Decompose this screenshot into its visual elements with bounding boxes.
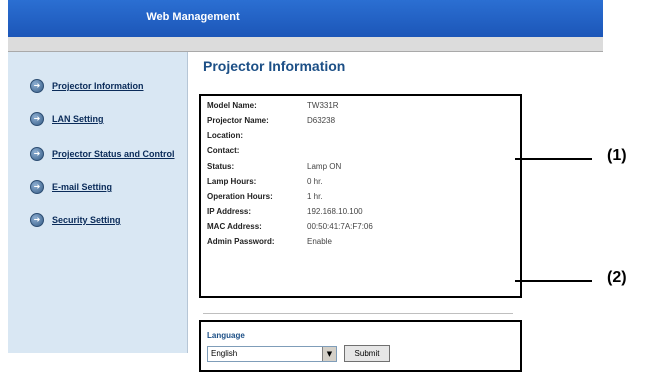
callout-line-1 — [515, 158, 592, 160]
header-bar: Web Management — [8, 0, 603, 37]
info-label: Admin Password: — [207, 237, 275, 246]
info-label: Operation Hours: — [207, 192, 273, 201]
info-value: 1 hr. — [307, 192, 323, 201]
divider — [203, 313, 513, 314]
chevron-down-icon[interactable]: ▼ — [322, 347, 336, 361]
info-value: TW331R — [307, 101, 339, 110]
info-label: Lamp Hours: — [207, 177, 257, 186]
info-value: Lamp ON — [307, 162, 342, 171]
language-select[interactable]: English ▼ — [207, 346, 337, 362]
sidebar-item-projector-status-and-control[interactable]: ➜ Projector Status and Control — [30, 147, 175, 161]
info-value: 192.168.10.100 — [307, 207, 363, 216]
callout-label-2: (2) — [607, 269, 627, 286]
toolbar-strip — [8, 37, 603, 52]
info-label: Model Name: — [207, 101, 257, 110]
info-label: Projector Name: — [207, 116, 269, 125]
arrow-circle-icon: ➜ — [30, 147, 44, 161]
sidebar-item-label[interactable]: Projector Status and Control — [52, 149, 175, 159]
arrow-circle-icon: ➜ — [30, 213, 44, 227]
main-content: Projector Information Model Name: TW331R… — [188, 52, 603, 372]
app-title: Web Management — [146, 11, 240, 23]
arrow-circle-icon: ➜ — [30, 180, 44, 194]
arrow-circle-icon: ➜ — [30, 79, 44, 93]
sidebar-item-security-setting[interactable]: ➜ Security Setting — [30, 213, 121, 227]
sidebar-item-lan-setting[interactable]: ➜ LAN Setting — [30, 112, 104, 126]
page-title: Projector Information — [203, 58, 346, 74]
arrow-circle-icon: ➜ — [30, 112, 44, 126]
info-label: Location: — [207, 131, 243, 140]
info-label: Status: — [207, 162, 235, 171]
info-value: D63238 — [307, 116, 336, 125]
info-label: Contact: — [207, 146, 240, 155]
sidebar-item-label[interactable]: Security Setting — [52, 215, 121, 225]
info-value: Enable — [307, 237, 332, 246]
sidebar: ➜ Projector Information ➜ LAN Setting ➜ … — [8, 52, 188, 353]
callout-line-2 — [515, 280, 592, 282]
sidebar-item-label[interactable]: Projector Information — [52, 81, 144, 91]
language-panel: Language English ▼ Submit — [199, 320, 522, 372]
language-selected-value: English — [211, 349, 238, 358]
web-management-window: Web Management ➜ Projector Information ➜… — [8, 0, 603, 372]
projector-info-panel: Model Name: TW331R Projector Name: D6323… — [199, 94, 522, 298]
language-label: Language — [207, 331, 245, 340]
sidebar-item-projector-information[interactable]: ➜ Projector Information — [30, 79, 144, 93]
info-label: IP Address: — [207, 207, 252, 216]
info-label: MAC Address: — [207, 222, 262, 231]
callout-label-1: (1) — [607, 147, 627, 164]
sidebar-item-email-setting[interactable]: ➜ E-mail Setting — [30, 180, 112, 194]
info-value: 00:50:41:7A:F7:06 — [307, 222, 373, 231]
sidebar-item-label[interactable]: E-mail Setting — [52, 182, 112, 192]
submit-button[interactable]: Submit — [344, 345, 390, 362]
sidebar-item-label[interactable]: LAN Setting — [52, 114, 104, 124]
info-value: 0 hr. — [307, 177, 323, 186]
